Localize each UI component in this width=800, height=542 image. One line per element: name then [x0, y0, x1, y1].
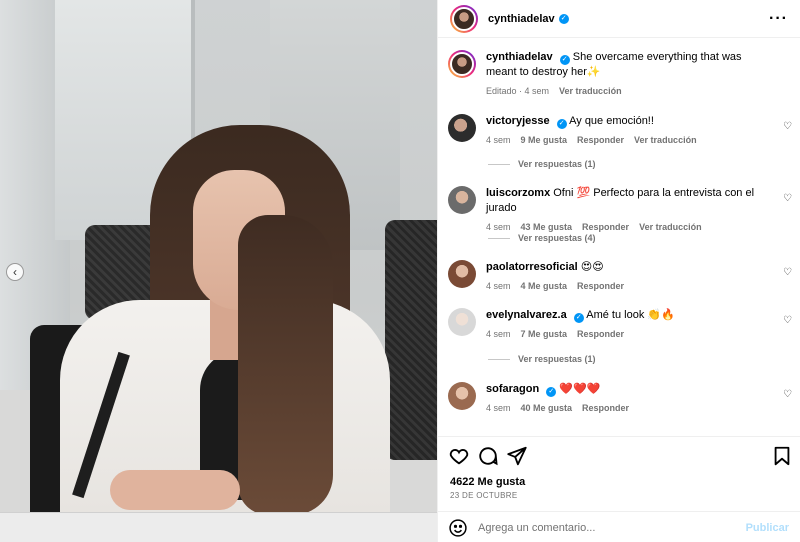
- post-actions: 4622 Me gusta 23 DE OCTUBRE Agrega un co…: [438, 436, 800, 542]
- view-replies[interactable]: Ver respuestas (1): [488, 159, 596, 169]
- comment-input[interactable]: Agrega un comentario...: [478, 522, 595, 534]
- heart-icon[interactable]: ♡: [783, 194, 793, 204]
- comment-likes[interactable]: 9 Me gusta: [521, 133, 568, 148]
- verified-icon: ✓: [573, 313, 584, 323]
- comment-time: 4 sem: [486, 403, 511, 413]
- reply-button[interactable]: Responder: [582, 401, 629, 416]
- comments-list[interactable]: cynthiadelav ✓ She overcame everything t…: [438, 46, 800, 436]
- caption-username[interactable]: cynthiadelav: [486, 51, 553, 63]
- comment-time: 4 sem: [486, 135, 511, 145]
- view-replies-label[interactable]: Ver respuestas (1): [518, 354, 596, 364]
- avatar[interactable]: [450, 4, 478, 33]
- comment-icon[interactable]: [477, 445, 499, 467]
- translate-link[interactable]: Ver traducción: [639, 220, 702, 235]
- avatar[interactable]: [448, 50, 476, 78]
- view-replies-label[interactable]: Ver respuestas (1): [518, 159, 596, 169]
- comment-item: sofaragon ✓ ❤️❤️❤️ 4 sem 40 Me gusta Res…: [438, 382, 800, 416]
- bookmark-icon[interactable]: [771, 445, 793, 467]
- comment-item: luiscorzomx Ofni 💯 Perfecto para la entr…: [438, 186, 800, 235]
- reply-button[interactable]: Responder: [577, 327, 624, 342]
- post-date: 23 DE OCTUBRE: [450, 491, 518, 500]
- avatar[interactable]: [448, 308, 476, 336]
- heart-icon[interactable]: ♡: [783, 122, 793, 132]
- reply-button[interactable]: Responder: [577, 279, 624, 294]
- post-side-panel: cynthiadelav ✓ ··· cynthiadelav ✓ She ov…: [437, 0, 800, 542]
- comment-text: Amé tu look 👏🔥: [586, 309, 675, 321]
- comment-item: paolatorresoficial 😍😍 4 sem 4 Me gusta R…: [438, 260, 800, 294]
- post-photo: ‹: [0, 0, 437, 542]
- emoji-icon[interactable]: [448, 518, 468, 538]
- heart-icon[interactable]: [448, 445, 470, 467]
- comment-likes[interactable]: 40 Me gusta: [521, 401, 573, 416]
- edited-label: Editado: [486, 86, 517, 96]
- avatar[interactable]: [448, 382, 476, 410]
- verified-icon: ✓: [556, 119, 567, 129]
- chevron-left-icon[interactable]: ‹: [6, 263, 24, 281]
- post-header: cynthiadelav ✓ ···: [438, 0, 800, 38]
- comment-likes[interactable]: 7 Me gusta: [521, 327, 568, 342]
- post-username[interactable]: cynthiadelav: [488, 13, 555, 25]
- comment-username[interactable]: evelynalvarez.a: [486, 309, 567, 321]
- comment-username[interactable]: paolatorresoficial: [486, 261, 578, 273]
- comment-time: 4 sem: [486, 329, 511, 339]
- translate-link[interactable]: Ver traducción: [634, 133, 697, 148]
- avatar[interactable]: [448, 114, 476, 142]
- verified-icon: ✓: [558, 13, 569, 24]
- comment-username[interactable]: victoryjesse: [486, 115, 550, 127]
- comment-text: ❤️❤️❤️: [559, 383, 601, 395]
- comment-text: Ay que emoción!!: [569, 115, 654, 127]
- avatar[interactable]: [448, 260, 476, 288]
- caption-time: 4 sem: [524, 86, 550, 96]
- verified-icon: ✓: [546, 387, 557, 397]
- translate-link[interactable]: Ver traducción: [559, 84, 622, 99]
- likes-count[interactable]: 4622 Me gusta: [450, 476, 525, 488]
- comment-bar: Agrega un comentario... Publicar: [438, 511, 800, 542]
- share-icon[interactable]: [506, 445, 528, 467]
- heart-icon[interactable]: ♡: [783, 390, 793, 400]
- more-options-icon[interactable]: ···: [769, 10, 788, 27]
- publish-button[interactable]: Publicar: [746, 522, 789, 534]
- comment-time: 4 sem: [486, 281, 511, 291]
- comment-text: 😍😍: [580, 261, 604, 273]
- heart-icon[interactable]: ♡: [783, 316, 793, 326]
- view-replies[interactable]: Ver respuestas (1): [488, 354, 596, 364]
- reply-button[interactable]: Responder: [577, 133, 624, 148]
- caption: cynthiadelav ✓ She overcame everything t…: [438, 50, 800, 99]
- comment-item: evelynalvarez.a ✓ Amé tu look 👏🔥 4 sem 7…: [438, 308, 800, 342]
- view-replies-label[interactable]: Ver respuestas (4): [518, 233, 596, 243]
- comment-username[interactable]: luiscorzomx: [486, 187, 550, 199]
- comment-likes[interactable]: 4 Me gusta: [521, 279, 568, 294]
- comment-item: victoryjesse ✓ Ay que emoción!! 4 sem 9 …: [438, 114, 800, 148]
- sparkle-emoji: ✨: [586, 66, 601, 78]
- verified-icon: ✓: [559, 55, 570, 65]
- comment-username[interactable]: sofaragon: [486, 383, 539, 395]
- view-replies[interactable]: Ver respuestas (4): [488, 233, 596, 243]
- avatar[interactable]: [448, 186, 476, 214]
- heart-icon[interactable]: ♡: [783, 268, 793, 278]
